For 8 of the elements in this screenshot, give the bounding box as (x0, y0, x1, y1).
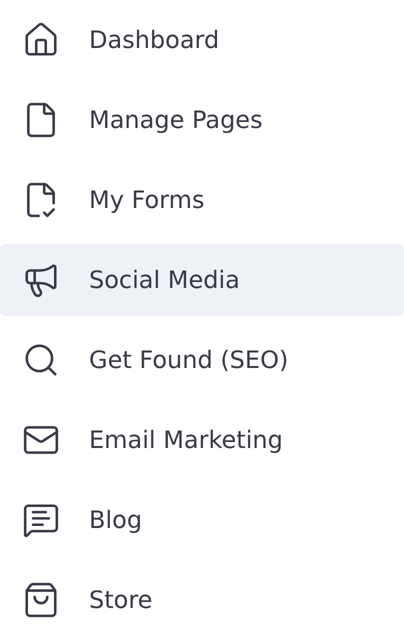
menu-item[interactable]: Email Marketing (0, 404, 404, 476)
menu-item[interactable]: My Forms (0, 164, 404, 236)
menu-item[interactable]: Store (0, 564, 404, 636)
menu-item[interactable]: Dashboard (0, 4, 404, 76)
menu-item[interactable]: Get Found (SEO) (0, 324, 404, 396)
menu-item[interactable]: Blog (0, 484, 404, 556)
menu-item[interactable]: Manage Pages (0, 84, 404, 156)
menu-item[interactable]: Social Media (0, 244, 404, 316)
